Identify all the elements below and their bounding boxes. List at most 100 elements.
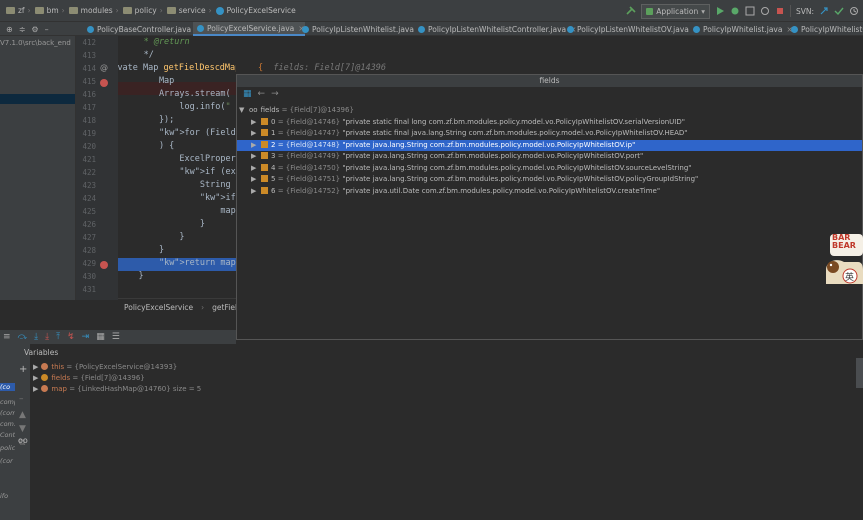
svn-update-icon[interactable]: [819, 6, 829, 16]
bookmark-icon[interactable]: @: [100, 63, 108, 72]
tree-item-field-3[interactable]: ▶ 3 = {Field@14749} "private java.lang.St…: [237, 151, 862, 163]
settings-icon[interactable]: ☰: [112, 332, 120, 342]
expand-arrow-icon[interactable]: ▶: [33, 385, 38, 393]
tree-item-field-5[interactable]: ▶ 5 = {Field@14751} "private java.lang.St…: [237, 174, 862, 186]
run-to-cursor-icon[interactable]: ⇥: [82, 332, 90, 342]
breadcrumb-item-policy[interactable]: policy ›: [119, 6, 163, 15]
footer-class[interactable]: PolicyExcelService: [124, 303, 193, 312]
expand-arrow-icon[interactable]: ▶: [33, 374, 38, 382]
field-icon: [261, 152, 268, 159]
breadcrumb-item-modules[interactable]: modules ›: [65, 6, 119, 15]
stop-icon[interactable]: [775, 6, 785, 16]
expand-arrow-icon[interactable]: ▶: [251, 117, 261, 129]
move-up-icon[interactable]: ▲: [19, 410, 26, 420]
step-out-icon[interactable]: ⤒: [56, 332, 60, 342]
target-icon[interactable]: ⊕: [6, 25, 13, 34]
profiler-icon[interactable]: [760, 6, 770, 16]
class-icon: [302, 25, 309, 33]
tree-item-field-0[interactable]: ▶ 0 = {Field@14746} "private static final…: [237, 117, 862, 129]
breadcrumb-item-class[interactable]: PolicyExcelService: [212, 6, 296, 15]
tree-item-field-1[interactable]: ▶ 1 = {Field@14747} "private static final…: [237, 128, 862, 140]
variable-icon: [41, 385, 49, 392]
step-over-icon[interactable]: ⤼: [18, 332, 28, 342]
tab-policy-ip-whitelist[interactable]: PolicyIpWhitelist.java ×: [689, 22, 793, 36]
run-icon[interactable]: [715, 6, 725, 16]
expand-arrow-icon[interactable]: ▶: [251, 128, 261, 140]
variable-fields[interactable]: ▶ fields = {Field[7]@14396}: [33, 373, 145, 383]
remove-watch-icon[interactable]: –: [19, 394, 24, 404]
stack-frame[interactable]: (com: [0, 409, 15, 417]
stack-frame[interactable]: polic: [0, 444, 15, 452]
debug-icon[interactable]: [730, 6, 740, 16]
line-number: 419: [82, 129, 96, 138]
collapse-icon[interactable]: ≑: [19, 25, 26, 34]
force-step-into-icon[interactable]: ⤓: [45, 332, 49, 342]
expand-arrow-icon[interactable]: ▶: [251, 163, 261, 175]
stack-frame[interactable]: Contr: [0, 431, 15, 439]
code-line: ) {: [118, 141, 175, 151]
code-editor[interactable]: * @return */ "kw">private Map getFielDes…: [118, 36, 236, 300]
variable-map[interactable]: ▶ map = {LinkedHashMap@14760} size = 5: [33, 384, 201, 394]
code-line: }: [118, 245, 165, 255]
menu-icon[interactable]: ≡: [3, 332, 11, 342]
breakpoint-icon[interactable]: [100, 79, 108, 87]
item-text: "private static final long com.zf.bm.mod…: [342, 117, 685, 126]
watch-icon[interactable]: ▦: [243, 89, 252, 99]
expand-arrow-icon[interactable]: ▶: [251, 174, 261, 186]
class-icon: [215, 6, 224, 15]
item-text: "private java.lang.String com.zf.bm.modu…: [342, 163, 692, 172]
line-number: 412: [82, 38, 96, 47]
evaluate-expression-icon[interactable]: ▦: [96, 332, 105, 342]
forward-arrow-icon[interactable]: →: [271, 89, 279, 99]
back-arrow-icon[interactable]: ←: [258, 89, 266, 99]
breakpoint-icon[interactable]: [100, 261, 108, 269]
code-line: "kw">private Map getFielDescdMap(Field[]…: [118, 63, 236, 73]
coverage-icon[interactable]: [745, 6, 755, 16]
drop-frame-icon[interactable]: ↯: [67, 332, 75, 342]
project-selected-row[interactable]: [0, 94, 75, 104]
stack-frame[interactable]: (co: [0, 383, 15, 391]
expand-arrow-icon[interactable]: ▼: [239, 105, 249, 117]
tab-policy-ip-whitelist-ov[interactable]: PolicyIpWhitelistOV.j...: [787, 22, 863, 36]
stack-frame[interactable]: (cor: [0, 457, 15, 465]
code-line: ExcelProper: [118, 154, 236, 164]
breadcrumb-item-zf[interactable]: zf ›: [2, 6, 31, 15]
tree-item-field-4[interactable]: ▶ 4 = {Field@14750} "private java.lang.St…: [237, 163, 862, 175]
project-path[interactable]: V7.1.0\src\back_end: [0, 39, 71, 47]
stack-frame[interactable]: ifo: [0, 492, 15, 500]
step-into-icon[interactable]: ⤓: [34, 332, 38, 342]
folder-icon: [6, 7, 15, 14]
history-icon[interactable]: [849, 6, 859, 16]
minimize-icon[interactable]: –: [45, 25, 49, 34]
stack-frame[interactable]: comp: [0, 398, 15, 406]
tree-root-fields[interactable]: ▼ oo fields = {Field[7]@14396}: [237, 105, 862, 117]
variable-this[interactable]: ▶ this = {PolicyExcelService@14393}: [33, 362, 177, 372]
tree-item-field-6[interactable]: ▶ 6 = {Field@14752} "private java.util.Da…: [237, 186, 862, 198]
class-icon: [693, 25, 700, 33]
tab-policy-ip-listen-whitelist-ov[interactable]: PolicyIpListenWhitelistOV.java×: [563, 22, 699, 36]
tab-policy-excel-service[interactable]: PolicyExcelService.java×: [193, 22, 305, 36]
run-configuration-select[interactable]: Application ▾: [641, 3, 710, 19]
variable-value: = {PolicyExcelService@14393}: [66, 363, 178, 371]
stack-frame[interactable]: com.zf.b: [0, 420, 15, 428]
infinity-toggle-icon[interactable]: oo: [18, 436, 28, 445]
move-down-icon[interactable]: ▼: [19, 424, 26, 434]
expand-arrow-icon[interactable]: ▶: [251, 186, 261, 198]
breadcrumb-item-bm[interactable]: bm ›: [31, 6, 65, 15]
hammer-icon[interactable]: [626, 6, 636, 16]
expand-arrow-icon[interactable]: ▶: [251, 140, 261, 152]
expand-arrow-icon[interactable]: ▶: [251, 151, 261, 163]
variable-inspector-popup: fields ▦ ← → ▼ oo fields = {Field[7]@14396…: [236, 74, 863, 340]
tab-policy-base-controller[interactable]: PolicyBaseController.java×: [83, 22, 201, 36]
add-watch-icon[interactable]: +: [19, 364, 27, 375]
expand-arrow-icon[interactable]: ▶: [33, 363, 38, 371]
code-line: Map: [118, 76, 175, 86]
tab-policy-ip-listen-whitelist-controller[interactable]: PolicyIpListenWhitelistController.java×: [414, 22, 576, 36]
tree-item-field-2[interactable]: ▶ 2 = {Field@14748} "private java.lang.St…: [237, 139, 862, 152]
variable-value: = {LinkedHashMap@14760} size = 5: [69, 385, 202, 393]
svn-commit-icon[interactable]: [834, 6, 844, 16]
breadcrumb-item-service[interactable]: service ›: [163, 6, 212, 15]
tab-policy-ip-listen-whitelist[interactable]: PolicyIpListenWhitelist.java×: [298, 22, 424, 36]
gear-icon[interactable]: ⚙: [31, 25, 38, 34]
scrollbar[interactable]: [856, 358, 863, 388]
